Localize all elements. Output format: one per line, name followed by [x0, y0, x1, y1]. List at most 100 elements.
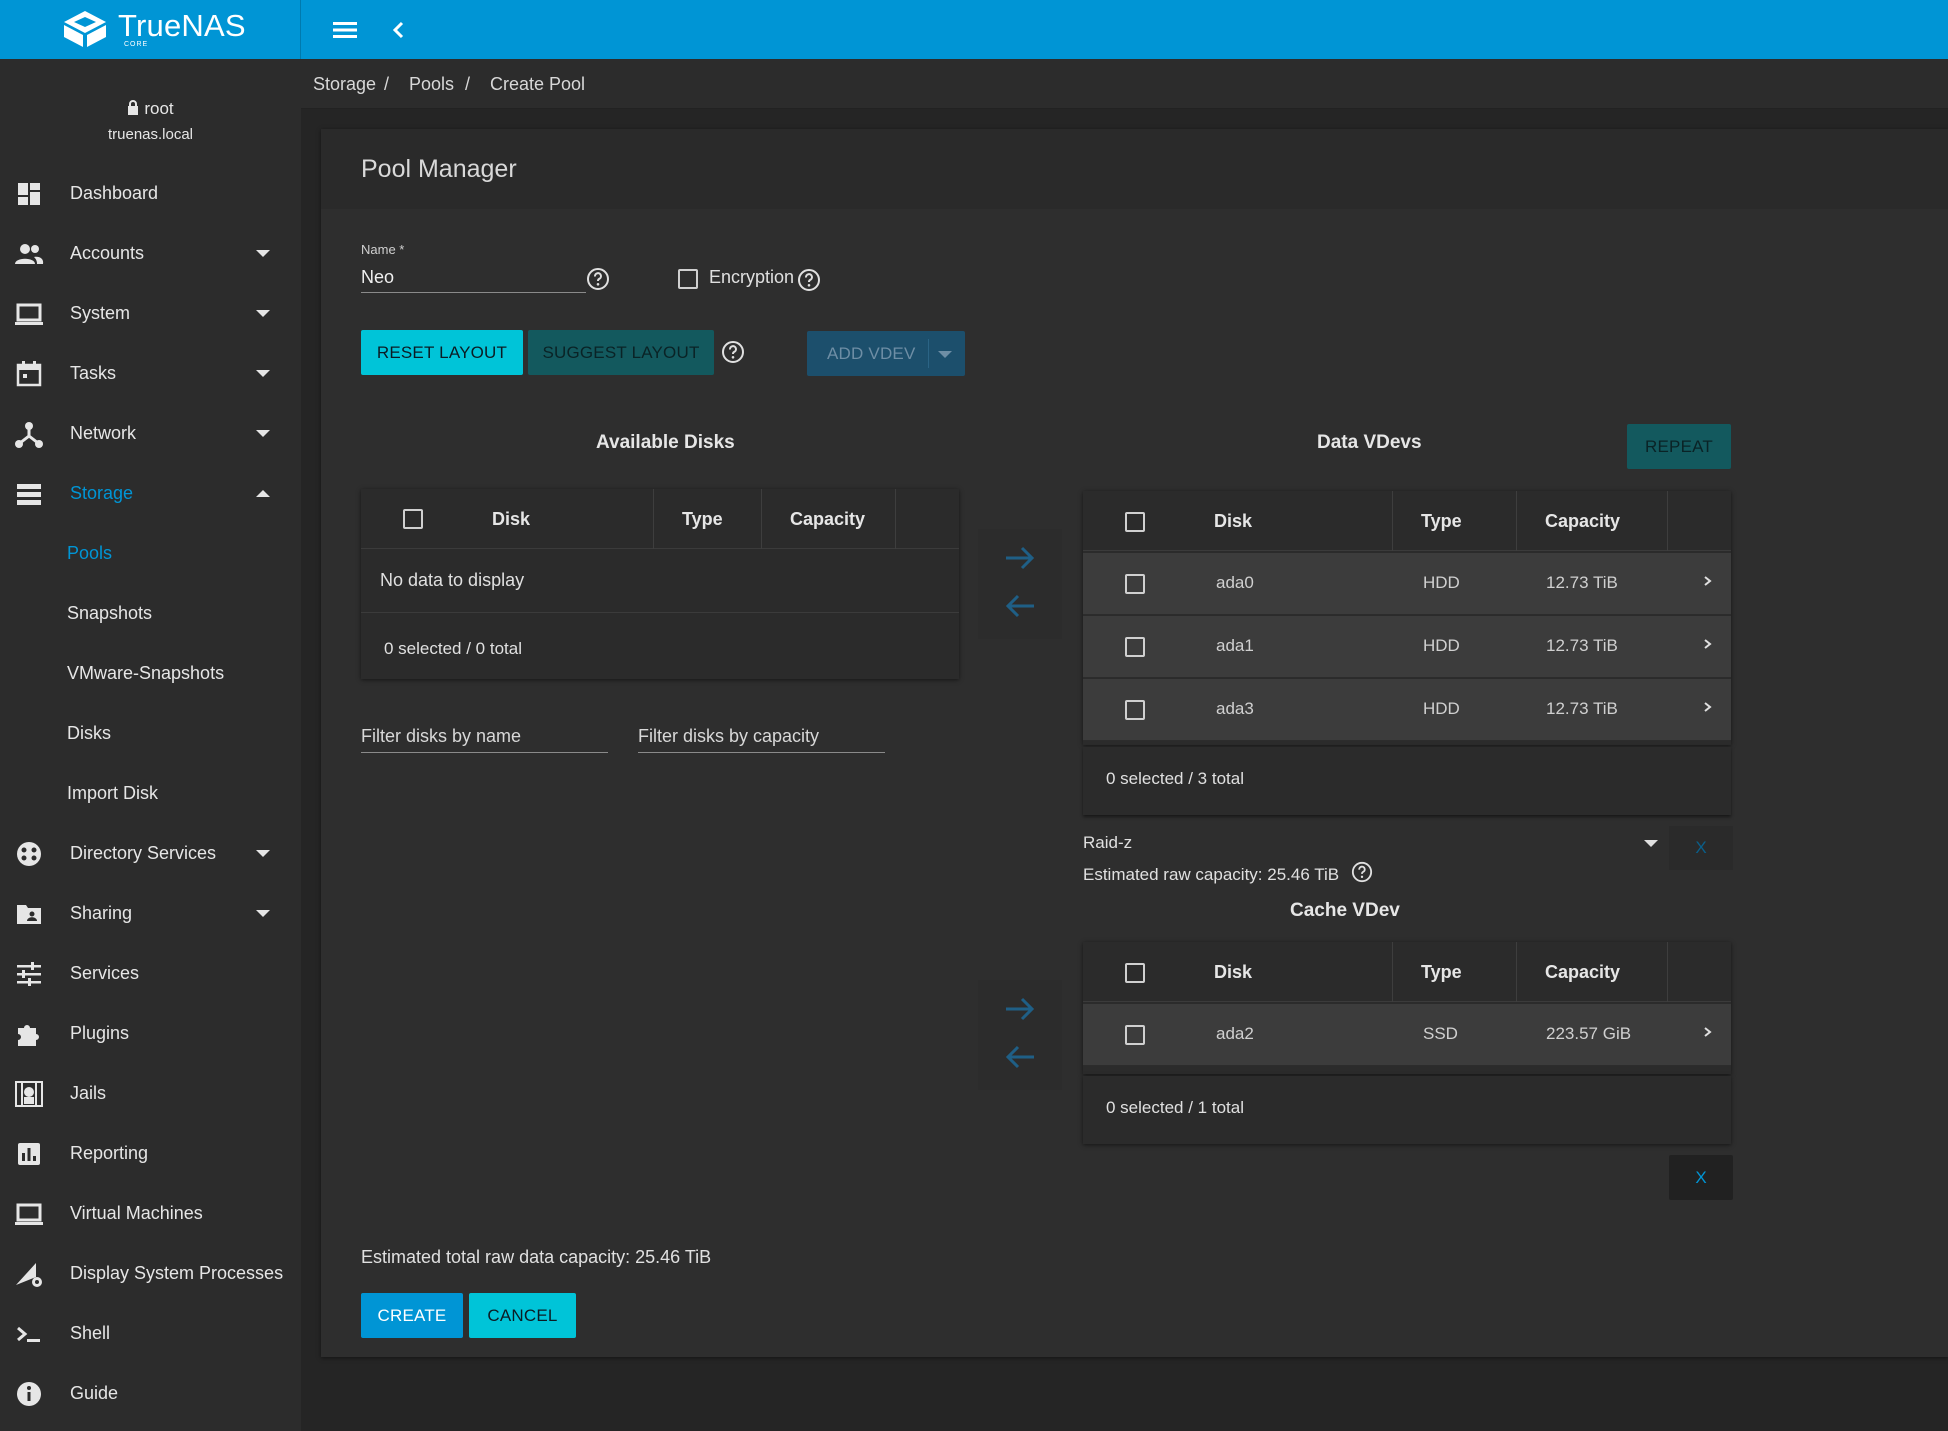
computer-icon: [15, 1203, 43, 1225]
column-disk[interactable]: Disk: [1214, 511, 1252, 532]
nav-label: Accounts: [70, 243, 145, 263]
caret-down-icon: [256, 250, 270, 257]
truenas-logo-icon: [64, 11, 106, 47]
nav-pools[interactable]: Pools: [0, 523, 301, 583]
chevron-left-icon[interactable]: [386, 15, 412, 45]
nav-label: Network: [70, 423, 137, 443]
column-type[interactable]: Type: [682, 509, 723, 530]
breadcrumb-pools[interactable]: Pools: [409, 74, 454, 95]
disk-type: HDD: [1423, 636, 1460, 655]
row-checkbox[interactable]: [1125, 637, 1145, 657]
column-capacity[interactable]: Capacity: [1545, 511, 1620, 532]
nav-tasks[interactable]: Tasks: [0, 343, 301, 403]
encryption-label: Encryption: [709, 267, 795, 287]
nav-dashboard[interactable]: Dashboard: [0, 163, 301, 223]
column-type[interactable]: Type: [1421, 962, 1462, 983]
data-vdevs-table: Disk Type Capacity ada0 HDD 12.73 TiB ad…: [1083, 491, 1731, 745]
column-capacity[interactable]: Capacity: [1545, 962, 1620, 983]
dashboard-icon: [18, 183, 40, 205]
cancel-button[interactable]: CANCEL: [469, 1293, 576, 1338]
nav-network[interactable]: Network: [0, 403, 301, 463]
row-checkbox[interactable]: [1125, 1025, 1145, 1045]
logo[interactable]: TrueNAS CORE: [0, 0, 301, 59]
nav-virtual-machines[interactable]: Virtual Machines: [0, 1183, 301, 1243]
help-icon[interactable]: [721, 340, 745, 364]
arrow-left-icon[interactable]: [1002, 592, 1038, 620]
column-capacity[interactable]: Capacity: [790, 509, 865, 530]
table-row[interactable]: ada0 HDD 12.73 TiB: [1083, 553, 1731, 615]
help-icon[interactable]: [586, 267, 610, 291]
table-header: Disk Type Capacity: [1083, 942, 1731, 1002]
nav-import-disk[interactable]: Import Disk: [0, 763, 301, 823]
arrow-right-icon[interactable]: [1002, 544, 1038, 572]
nav-label: Tasks: [70, 363, 117, 383]
remove-data-vdev-button[interactable]: X: [1669, 826, 1733, 870]
breadcrumb-storage[interactable]: Storage: [313, 74, 376, 95]
jail-icon: [15, 1081, 43, 1107]
nav-label: Dashboard: [70, 183, 159, 203]
nav-label: Directory Services: [70, 843, 217, 863]
directory-services-icon: [17, 842, 41, 866]
vdev-layout-select[interactable]: Raid-z: [1083, 833, 1132, 853]
pool-name-input[interactable]: [361, 263, 586, 293]
add-vdev-label: ADD VDEV: [827, 344, 916, 363]
user-host: truenas.local: [107, 126, 194, 143]
table-row[interactable]: ada3 HDD 12.73 TiB: [1083, 679, 1731, 741]
table-row[interactable]: ada1 HDD 12.73 TiB: [1083, 616, 1731, 678]
repeat-button[interactable]: REPEAT: [1627, 424, 1731, 469]
remove-cache-vdev-button[interactable]: X: [1669, 1155, 1733, 1200]
nav-system-processes[interactable]: Display System Processes: [0, 1243, 301, 1303]
create-button[interactable]: CREATE: [361, 1293, 463, 1338]
nav-system[interactable]: System: [0, 283, 301, 343]
nav-sharing[interactable]: Sharing: [0, 883, 301, 943]
caret-down-icon[interactable]: [1644, 840, 1658, 848]
caret-down-icon: [256, 310, 270, 317]
nav-storage[interactable]: Storage: [0, 463, 301, 523]
chevron-right-icon[interactable]: [1703, 699, 1713, 715]
encryption-checkbox[interactable]: [678, 269, 698, 289]
column-disk[interactable]: Disk: [492, 509, 530, 530]
nav-snapshots[interactable]: Snapshots: [0, 583, 301, 643]
chevron-right-icon[interactable]: [1703, 1024, 1713, 1040]
arrow-right-icon[interactable]: [1002, 995, 1038, 1023]
nav-shell[interactable]: Shell: [0, 1303, 301, 1363]
nav-accounts[interactable]: Accounts: [0, 223, 301, 283]
help-icon[interactable]: [1351, 861, 1373, 883]
table-row[interactable]: ada2 SSD 223.57 GiB: [1083, 1004, 1731, 1066]
column-type[interactable]: Type: [1421, 511, 1462, 532]
top-bar: TrueNAS CORE: [0, 0, 1948, 59]
hamburger-menu-icon[interactable]: [330, 15, 360, 45]
nav-services[interactable]: Services: [0, 943, 301, 1003]
nav-jails[interactable]: Jails: [0, 1063, 301, 1123]
filter-disks-by-capacity-input[interactable]: [638, 721, 885, 753]
help-icon[interactable]: [797, 268, 821, 292]
select-all-checkbox[interactable]: [1125, 512, 1145, 532]
disk-capacity: 12.73 TiB: [1546, 699, 1618, 718]
page-title: Pool Manager: [361, 155, 517, 183]
nav-reporting[interactable]: Reporting: [0, 1123, 301, 1183]
disk-name: ada3: [1216, 699, 1254, 718]
nav-directory-services[interactable]: Directory Services: [0, 823, 301, 883]
nav-vmware-snapshots[interactable]: VMware-Snapshots: [0, 643, 301, 703]
suggest-layout-button[interactable]: SUGGEST LAYOUT: [528, 330, 714, 375]
column-disk[interactable]: Disk: [1214, 962, 1252, 983]
filter-disks-by-name-input[interactable]: [361, 721, 608, 753]
add-vdev-button[interactable]: ADD VDEV: [807, 331, 965, 376]
chevron-right-icon[interactable]: [1703, 636, 1713, 652]
nav-plugins[interactable]: Plugins: [0, 1003, 301, 1063]
chevron-right-icon[interactable]: [1703, 573, 1713, 589]
available-disks-table: Disk Type Capacity No data to display 0 …: [361, 489, 959, 679]
row-checkbox[interactable]: [1125, 700, 1145, 720]
cache-vdev-title: Cache VDev: [1290, 900, 1400, 921]
nav-label: Reporting: [70, 1143, 149, 1163]
arrow-left-icon[interactable]: [1002, 1043, 1038, 1071]
select-all-checkbox[interactable]: [403, 509, 423, 529]
nav-label: Guide: [70, 1383, 119, 1403]
reset-layout-button[interactable]: RESET LAYOUT: [361, 330, 523, 375]
nav-disks[interactable]: Disks: [0, 703, 301, 763]
disk-capacity: 12.73 TiB: [1546, 573, 1618, 592]
row-checkbox[interactable]: [1125, 574, 1145, 594]
caret-down-icon[interactable]: [938, 351, 952, 359]
nav-guide[interactable]: Guide: [0, 1363, 301, 1423]
select-all-checkbox[interactable]: [1125, 963, 1145, 983]
